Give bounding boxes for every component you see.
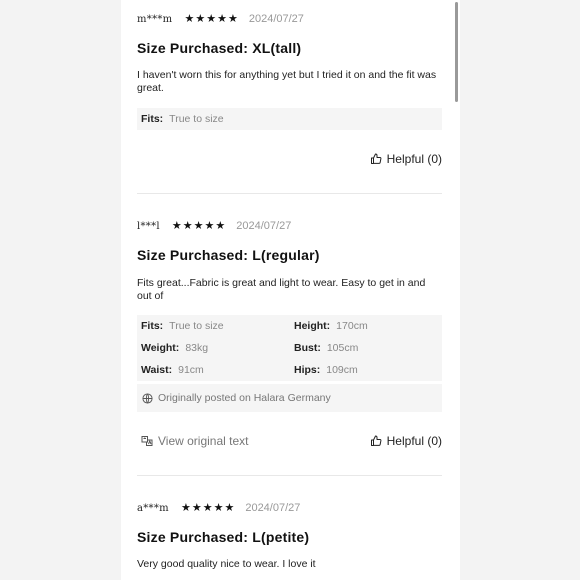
review-title: Size Purchased: L(petite) xyxy=(137,529,310,545)
divider xyxy=(137,475,442,476)
review-meta: m***m ★ ★ ★ ★ ★ 2024/07/27 xyxy=(137,12,304,26)
view-original-label: View original text xyxy=(158,434,249,448)
thumbs-up-icon xyxy=(370,153,382,164)
star-icon: ★ xyxy=(224,501,235,514)
origin-text: Originally posted on Halara Germany xyxy=(158,392,331,404)
origin-note: Originally posted on Halara Germany xyxy=(137,384,442,412)
globe-icon xyxy=(142,392,153,404)
reviewer-name: m***m xyxy=(137,13,173,25)
helpful-button[interactable]: Helpful (0) xyxy=(370,152,442,166)
star-icon: ★ xyxy=(217,12,227,25)
star-icon: ★ xyxy=(195,12,206,25)
review-meta: a***m ★ ★ ★ ★ ★ 2024/07/27 xyxy=(137,501,300,515)
star-rating: ★ ★ ★ ★ ★ xyxy=(180,501,235,514)
translate-icon xyxy=(141,436,153,446)
star-icon: ★ xyxy=(227,12,238,25)
spec-height: Height: 170cm xyxy=(294,320,368,332)
spec-waist: Waist: 91cm xyxy=(141,364,204,376)
reviewer-name: l***l xyxy=(137,220,160,232)
star-icon: ★ xyxy=(182,219,193,232)
star-icon: ★ xyxy=(191,501,202,514)
reviews-panel: m***m ★ ★ ★ ★ ★ 2024/07/27 Size Purchase… xyxy=(121,0,460,580)
review-date: 2024/07/27 xyxy=(245,502,301,514)
review-title: Size Purchased: XL(tall) xyxy=(137,40,302,56)
review-body: Very good quality nice to wear. I love i… xyxy=(137,558,316,570)
view-original-button[interactable]: View original text xyxy=(141,434,249,448)
review-body: Fits great...Fabric is great and light t… xyxy=(137,277,426,302)
scrollbar[interactable] xyxy=(455,2,458,102)
thumbs-up-icon xyxy=(370,435,382,446)
helpful-label: Helpful (0) xyxy=(386,434,442,448)
star-icon: ★ xyxy=(202,501,213,514)
spec-bust: Bust: 105cm xyxy=(294,342,359,354)
spec-fits: Fits: True to size xyxy=(141,320,224,332)
star-icon: ★ xyxy=(213,501,224,514)
review-body: I haven't worn this for anything yet but… xyxy=(137,69,437,94)
fit-specs: Fits: True to size Height: 170cm Weight: 83… xyxy=(137,315,442,381)
star-icon: ★ xyxy=(215,219,226,232)
spec-fits: Fits: True to size xyxy=(141,113,224,125)
reviewer-name: a***m xyxy=(137,502,169,514)
star-icon: ★ xyxy=(171,219,182,232)
review-title: Size Purchased: L(regular) xyxy=(137,247,320,263)
star-icon: ★ xyxy=(204,219,215,232)
review-meta: l***l ★ ★ ★ ★ ★ 2024/07/27 xyxy=(137,219,291,233)
review-date: 2024/07/27 xyxy=(248,13,304,25)
star-rating: ★ ★ ★ ★ ★ xyxy=(171,219,226,232)
spec-weight: Weight: 83kg xyxy=(141,342,209,354)
star-rating: ★ ★ ★ ★ ★ xyxy=(184,12,238,25)
star-icon: ★ xyxy=(206,12,217,25)
fit-specs: Fits: True to size xyxy=(137,108,442,130)
review-date: 2024/07/27 xyxy=(236,220,292,232)
spec-hips: Hips: 109cm xyxy=(294,364,358,376)
star-icon: ★ xyxy=(193,219,204,232)
helpful-button[interactable]: Helpful (0) xyxy=(370,434,442,448)
helpful-label: Helpful (0) xyxy=(386,152,442,166)
star-icon: ★ xyxy=(180,501,191,514)
divider xyxy=(137,193,442,194)
star-icon: ★ xyxy=(184,12,195,25)
